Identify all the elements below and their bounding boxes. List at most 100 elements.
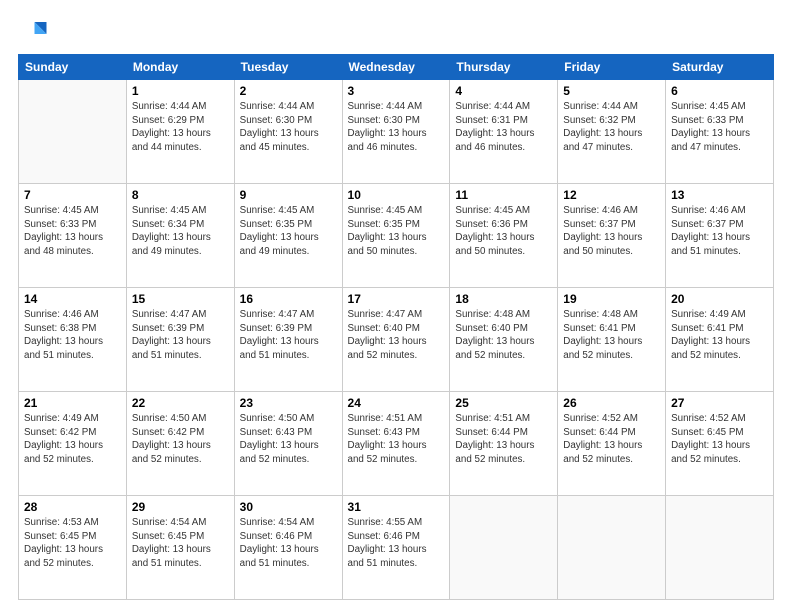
logo-icon bbox=[18, 16, 48, 46]
day-info: Sunrise: 4:44 AMSunset: 6:30 PMDaylight:… bbox=[348, 100, 445, 155]
day-info: Sunrise: 4:54 AMSunset: 6:46 PMDaylight:… bbox=[240, 516, 337, 571]
calendar-cell: 30 Sunrise: 4:54 AMSunset: 6:46 PMDayligh… bbox=[234, 496, 342, 600]
calendar-cell: 19 Sunrise: 4:48 AMSunset: 6:41 PMDayligh… bbox=[558, 288, 666, 392]
calendar-cell: 2 Sunrise: 4:44 AMSunset: 6:30 PMDaylight… bbox=[234, 80, 342, 184]
calendar-cell: 26Sunrise: 4:52 AMSunset: 6:44 PMDayligh… bbox=[558, 392, 666, 496]
day-info: Sunrise: 4:49 AMSunset: 6:42 PMDaylight:… bbox=[24, 412, 121, 467]
day-number: 8 bbox=[132, 188, 229, 202]
calendar-cell: 28 Sunrise: 4:53 AMSunset: 6:45 PMDayligh… bbox=[19, 496, 127, 600]
calendar-cell: 8Sunrise: 4:45 AMSunset: 6:34 PMDaylight… bbox=[126, 184, 234, 288]
day-number: 6 bbox=[671, 84, 768, 98]
column-header-saturday: Saturday bbox=[666, 55, 774, 80]
day-info: Sunrise: 4:44 AMSunset: 6:30 PMDaylight:… bbox=[240, 100, 337, 155]
column-header-monday: Monday bbox=[126, 55, 234, 80]
day-number: 17 bbox=[348, 292, 445, 306]
day-number: 29 bbox=[132, 500, 229, 514]
calendar-cell: 31 Sunrise: 4:55 AMSunset: 6:46 PMDayligh… bbox=[342, 496, 450, 600]
day-info: Sunrise: 4:45 AMSunset: 6:35 PMDaylight:… bbox=[348, 204, 445, 259]
calendar-cell bbox=[666, 496, 774, 600]
calendar-cell: 7Sunrise: 4:45 AMSunset: 6:33 PMDaylight… bbox=[19, 184, 127, 288]
day-number: 23 bbox=[240, 396, 337, 410]
day-info: Sunrise: 4:46 AMSunset: 6:37 PMDaylight:… bbox=[563, 204, 660, 259]
day-info: Sunrise: 4:47 AMSunset: 6:40 PMDaylight:… bbox=[348, 308, 445, 363]
calendar-cell: 23 Sunrise: 4:50 AMSunset: 6:43 PMDayligh… bbox=[234, 392, 342, 496]
day-info: Sunrise: 4:51 AMSunset: 6:44 PMDaylight:… bbox=[455, 412, 552, 467]
day-number: 13 bbox=[671, 188, 768, 202]
day-number: 30 bbox=[240, 500, 337, 514]
calendar-cell: 5 Sunrise: 4:44 AMSunset: 6:32 PMDaylight… bbox=[558, 80, 666, 184]
day-info: Sunrise: 4:45 AMSunset: 6:36 PMDaylight:… bbox=[455, 204, 552, 259]
logo bbox=[18, 16, 52, 46]
day-number: 26 bbox=[563, 396, 660, 410]
calendar-cell bbox=[558, 496, 666, 600]
week-row-1: 1 Sunrise: 4:44 AMSunset: 6:29 PMDaylight… bbox=[19, 80, 774, 184]
day-number: 19 bbox=[563, 292, 660, 306]
day-number: 25 bbox=[455, 396, 552, 410]
calendar-cell: 29 Sunrise: 4:54 AMSunset: 6:45 PMDayligh… bbox=[126, 496, 234, 600]
day-info: Sunrise: 4:52 AMSunset: 6:45 PMDaylight:… bbox=[671, 412, 768, 467]
day-number: 12 bbox=[563, 188, 660, 202]
day-number: 20 bbox=[671, 292, 768, 306]
day-number: 31 bbox=[348, 500, 445, 514]
calendar-cell: 16 Sunrise: 4:47 AMSunset: 6:39 PMDayligh… bbox=[234, 288, 342, 392]
calendar-cell: 25 Sunrise: 4:51 AMSunset: 6:44 PMDayligh… bbox=[450, 392, 558, 496]
calendar-body: 1 Sunrise: 4:44 AMSunset: 6:29 PMDaylight… bbox=[19, 80, 774, 600]
day-number: 24 bbox=[348, 396, 445, 410]
day-info: Sunrise: 4:47 AMSunset: 6:39 PMDaylight:… bbox=[240, 308, 337, 363]
day-info: Sunrise: 4:54 AMSunset: 6:45 PMDaylight:… bbox=[132, 516, 229, 571]
day-info: Sunrise: 4:49 AMSunset: 6:41 PMDaylight:… bbox=[671, 308, 768, 363]
header bbox=[18, 16, 774, 46]
week-row-3: 14 Sunrise: 4:46 AMSunset: 6:38 PMDayligh… bbox=[19, 288, 774, 392]
day-number: 4 bbox=[455, 84, 552, 98]
day-info: Sunrise: 4:53 AMSunset: 6:45 PMDaylight:… bbox=[24, 516, 121, 571]
week-row-5: 28 Sunrise: 4:53 AMSunset: 6:45 PMDayligh… bbox=[19, 496, 774, 600]
header-row: SundayMondayTuesdayWednesdayThursdayFrid… bbox=[19, 55, 774, 80]
day-info: Sunrise: 4:55 AMSunset: 6:46 PMDaylight:… bbox=[348, 516, 445, 571]
calendar-cell bbox=[450, 496, 558, 600]
calendar-cell: 1 Sunrise: 4:44 AMSunset: 6:29 PMDaylight… bbox=[126, 80, 234, 184]
calendar-cell: 21Sunrise: 4:49 AMSunset: 6:42 PMDayligh… bbox=[19, 392, 127, 496]
day-number: 9 bbox=[240, 188, 337, 202]
calendar-cell: 20 Sunrise: 4:49 AMSunset: 6:41 PMDayligh… bbox=[666, 288, 774, 392]
day-number: 1 bbox=[132, 84, 229, 98]
column-header-wednesday: Wednesday bbox=[342, 55, 450, 80]
calendar-cell: 6 Sunrise: 4:45 AMSunset: 6:33 PMDaylight… bbox=[666, 80, 774, 184]
day-info: Sunrise: 4:45 AMSunset: 6:33 PMDaylight:… bbox=[671, 100, 768, 155]
calendar-cell: 10 Sunrise: 4:45 AMSunset: 6:35 PMDayligh… bbox=[342, 184, 450, 288]
calendar-cell: 12 Sunrise: 4:46 AMSunset: 6:37 PMDayligh… bbox=[558, 184, 666, 288]
day-number: 10 bbox=[348, 188, 445, 202]
calendar-cell: 27 Sunrise: 4:52 AMSunset: 6:45 PMDayligh… bbox=[666, 392, 774, 496]
day-number: 27 bbox=[671, 396, 768, 410]
day-info: Sunrise: 4:44 AMSunset: 6:31 PMDaylight:… bbox=[455, 100, 552, 155]
day-number: 11 bbox=[455, 188, 552, 202]
day-number: 2 bbox=[240, 84, 337, 98]
page: SundayMondayTuesdayWednesdayThursdayFrid… bbox=[0, 0, 792, 612]
calendar-cell: 13 Sunrise: 4:46 AMSunset: 6:37 PMDayligh… bbox=[666, 184, 774, 288]
calendar-cell: 18Sunrise: 4:48 AMSunset: 6:40 PMDayligh… bbox=[450, 288, 558, 392]
day-info: Sunrise: 4:46 AMSunset: 6:37 PMDaylight:… bbox=[671, 204, 768, 259]
day-number: 14 bbox=[24, 292, 121, 306]
day-number: 15 bbox=[132, 292, 229, 306]
column-header-tuesday: Tuesday bbox=[234, 55, 342, 80]
calendar-table: SundayMondayTuesdayWednesdayThursdayFrid… bbox=[18, 54, 774, 600]
day-info: Sunrise: 4:50 AMSunset: 6:43 PMDaylight:… bbox=[240, 412, 337, 467]
day-info: Sunrise: 4:44 AMSunset: 6:32 PMDaylight:… bbox=[563, 100, 660, 155]
calendar-header: SundayMondayTuesdayWednesdayThursdayFrid… bbox=[19, 55, 774, 80]
day-info: Sunrise: 4:48 AMSunset: 6:41 PMDaylight:… bbox=[563, 308, 660, 363]
calendar-cell: 14 Sunrise: 4:46 AMSunset: 6:38 PMDayligh… bbox=[19, 288, 127, 392]
day-number: 28 bbox=[24, 500, 121, 514]
column-header-friday: Friday bbox=[558, 55, 666, 80]
day-number: 5 bbox=[563, 84, 660, 98]
day-info: Sunrise: 4:44 AMSunset: 6:29 PMDaylight:… bbox=[132, 100, 229, 155]
calendar-cell: 22Sunrise: 4:50 AMSunset: 6:42 PMDayligh… bbox=[126, 392, 234, 496]
day-info: Sunrise: 4:48 AMSunset: 6:40 PMDaylight:… bbox=[455, 308, 552, 363]
calendar-cell: 24Sunrise: 4:51 AMSunset: 6:43 PMDayligh… bbox=[342, 392, 450, 496]
day-number: 16 bbox=[240, 292, 337, 306]
column-header-sunday: Sunday bbox=[19, 55, 127, 80]
day-info: Sunrise: 4:45 AMSunset: 6:35 PMDaylight:… bbox=[240, 204, 337, 259]
day-info: Sunrise: 4:46 AMSunset: 6:38 PMDaylight:… bbox=[24, 308, 121, 363]
week-row-4: 21Sunrise: 4:49 AMSunset: 6:42 PMDayligh… bbox=[19, 392, 774, 496]
day-info: Sunrise: 4:47 AMSunset: 6:39 PMDaylight:… bbox=[132, 308, 229, 363]
calendar-cell: 17 Sunrise: 4:47 AMSunset: 6:40 PMDayligh… bbox=[342, 288, 450, 392]
day-info: Sunrise: 4:45 AMSunset: 6:33 PMDaylight:… bbox=[24, 204, 121, 259]
